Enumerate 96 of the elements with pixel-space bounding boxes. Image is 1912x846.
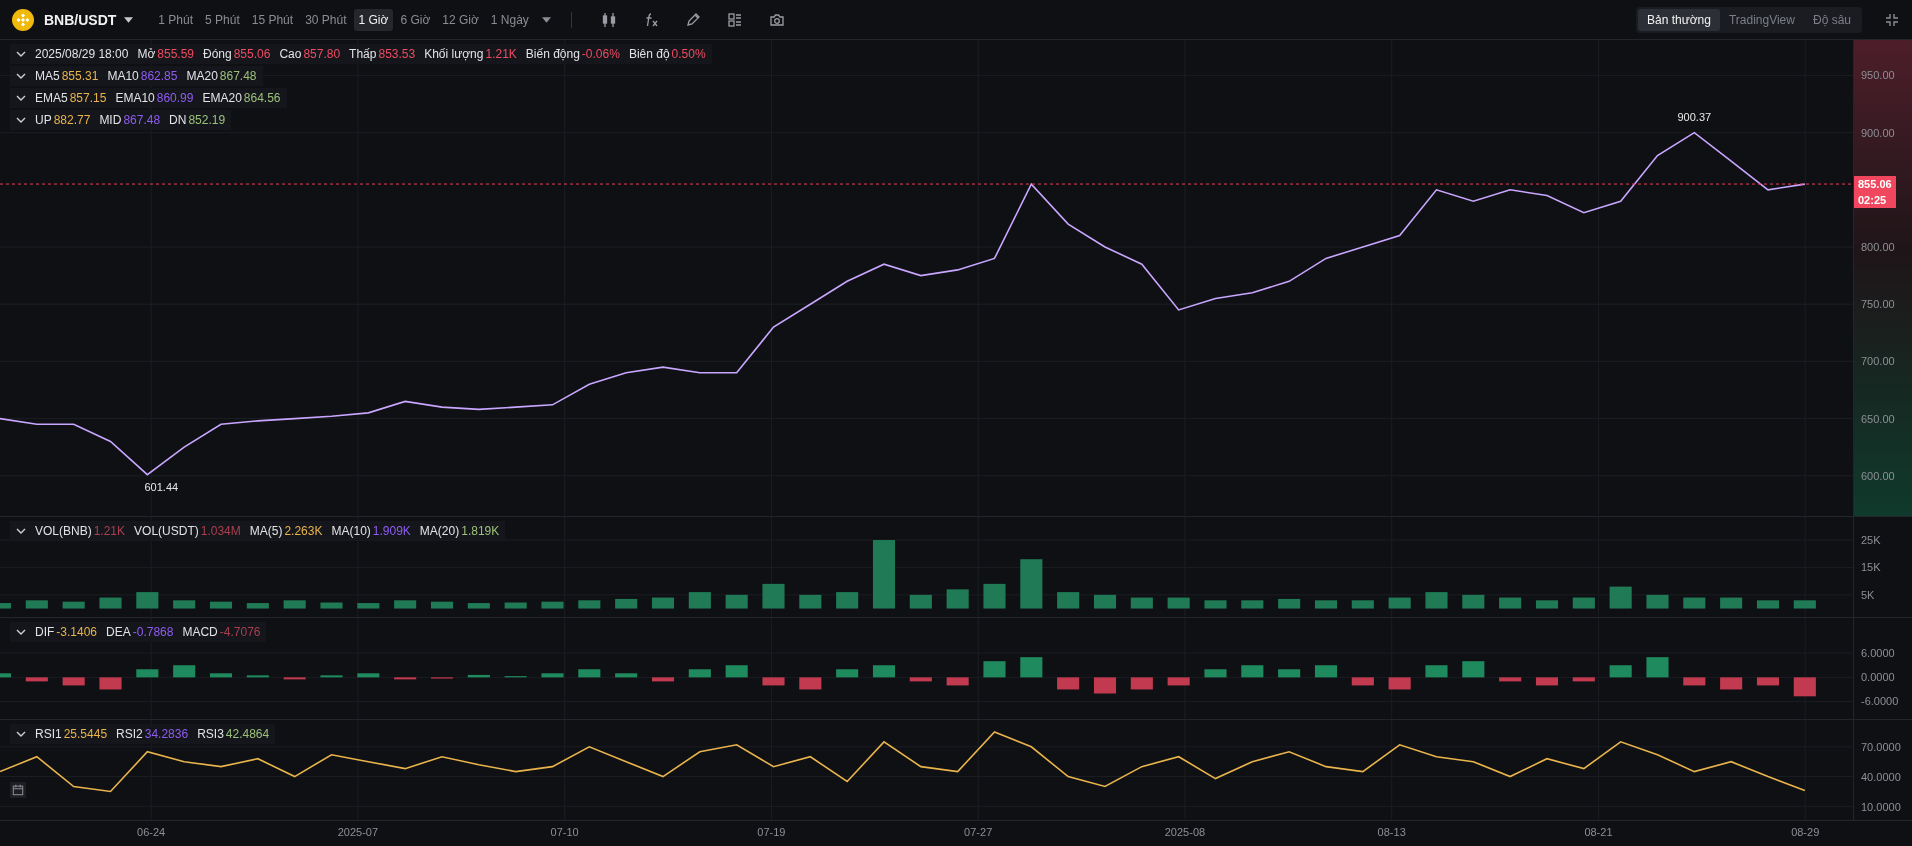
legend-label: EMA5: [35, 91, 68, 105]
interval-tab[interactable]: 5 Phút: [200, 8, 245, 31]
axis-label: 15K: [1861, 561, 1881, 574]
legend-label: MID: [99, 113, 122, 127]
axis-label: 2025-08: [1164, 826, 1206, 838]
legend-label: Đóng: [203, 47, 232, 61]
last-price: 855.06: [1858, 178, 1892, 191]
legend-value: 855.59: [157, 47, 194, 61]
legend-value: 34.2836: [144, 727, 189, 742]
legend-value: 867.48: [123, 113, 161, 127]
legend-label: RSI1: [35, 727, 62, 742]
legend-label: MA(20): [419, 523, 460, 538]
legend-label: MACD: [182, 624, 218, 639]
legend-value: 855.06: [233, 47, 271, 61]
interval-tab[interactable]: 30 Phút: [300, 8, 352, 31]
interval-tab[interactable]: 15 Phút: [246, 8, 299, 31]
legend-label: Biên độ: [628, 47, 670, 61]
axis-label: 06-24: [137, 826, 166, 838]
axis-label: 750.00: [1861, 298, 1895, 311]
legend-value: 852.19: [188, 113, 226, 127]
axis-label: 08-13: [1377, 826, 1406, 838]
axis-label: 0.0000: [1861, 670, 1895, 683]
legend-value: 0.50%: [671, 47, 706, 61]
legend-label: EMA10: [115, 91, 155, 105]
interval-tab[interactable]: 6 Giờ: [395, 8, 436, 31]
legend-label: MA10: [107, 69, 139, 83]
legend-label: MA20: [186, 69, 218, 83]
axis-label: 5K: [1861, 588, 1875, 601]
legend-label: VOL(USDT): [134, 523, 199, 538]
view-tab[interactable]: TradingView: [1719, 8, 1804, 31]
legend-label: Biến động: [525, 47, 580, 61]
axis-label: 600.00: [1861, 469, 1895, 482]
price-annotation: 601.44: [144, 480, 179, 493]
legend-label: Thấp: [349, 47, 377, 61]
axis-label: 6.0000: [1861, 646, 1895, 659]
legend-value: 25.5445: [63, 727, 108, 742]
legend-label: MA(5): [249, 523, 283, 538]
axis-label: 950.00: [1861, 69, 1895, 82]
legend-label: Cao: [279, 47, 302, 61]
axis-label: 25K: [1861, 533, 1881, 546]
legend-label: MA(10): [331, 523, 371, 538]
axis-label: 08-29: [1791, 826, 1820, 838]
legend-label: RSI2: [116, 727, 143, 742]
legend-label: Mở: [137, 47, 156, 61]
legend-label: VOL(BNB): [35, 523, 92, 538]
axis-label: -6.0000: [1861, 695, 1899, 708]
legend-value: 1.909K: [372, 523, 411, 538]
legend-value: 857.15: [69, 91, 107, 105]
legend-label: Khối lượng: [424, 47, 484, 61]
legend-value: -0.06%: [581, 47, 620, 61]
legend-value: 855.31: [61, 69, 99, 83]
legend-value: 1.21K: [93, 523, 126, 538]
axis-label: 10.0000: [1861, 800, 1901, 813]
axis-label: 2025-07: [337, 826, 379, 838]
legend-value: 867.48: [219, 69, 257, 83]
legend-value: -0.7868: [132, 624, 174, 639]
legend-label: DIF: [35, 624, 55, 639]
interval-tab[interactable]: 1 Ngày: [485, 8, 534, 31]
legend-value: -3.1406: [56, 624, 98, 639]
axis-label: 08-21: [1584, 826, 1613, 838]
legend-label: DEA: [106, 624, 131, 639]
interval-tab[interactable]: 12 Giờ: [437, 8, 484, 31]
legend-value: -4.7076: [219, 624, 261, 639]
price-annotation: 900.37: [1677, 110, 1712, 123]
legend-value: 882.77: [53, 113, 91, 127]
legend-value: 42.4864: [225, 727, 270, 742]
legend-value: 1.819K: [461, 523, 500, 538]
legend-value: 2.263K: [284, 523, 323, 538]
axis-label: 07-19: [757, 826, 786, 838]
legend-label: MA5: [35, 69, 60, 83]
axis-label: 900.00: [1861, 126, 1895, 139]
axis-label: 40.0000: [1861, 770, 1901, 783]
interval-tab[interactable]: 1 Giờ: [353, 8, 394, 31]
candle-countdown: 02:25: [1858, 194, 1888, 207]
axis-label: 800.00: [1861, 241, 1895, 253]
legend-value: 862.85: [140, 69, 178, 83]
legend-label: UP: [35, 113, 52, 127]
legend-value: 1.21K: [485, 47, 517, 61]
legend-value: 853.53: [378, 47, 416, 61]
axis-label: 70.0000: [1861, 741, 1901, 754]
axis-label: 07-10: [550, 826, 579, 838]
legend-value: 864.56: [243, 91, 281, 105]
legend-value: 1.034M: [200, 523, 241, 538]
symbol-title[interactable]: BNB/USDT: [44, 11, 117, 28]
axis-label: 07-27: [964, 826, 993, 838]
view-tab[interactable]: Bản thường: [1637, 8, 1720, 31]
legend-value: 857.80: [303, 47, 341, 61]
axis-label: 650.00: [1861, 412, 1895, 425]
axis-label: 700.00: [1861, 355, 1895, 368]
legend-label: RSI3: [197, 727, 224, 742]
interval-tab[interactable]: 1 Phút: [153, 8, 199, 31]
legend-label: DN: [169, 113, 187, 127]
view-tab[interactable]: Độ sâu: [1803, 8, 1860, 31]
legend-value: 860.99: [156, 91, 194, 105]
candle-time: 2025/08/29 18:00: [35, 47, 129, 61]
legend-label: EMA20: [202, 91, 242, 105]
